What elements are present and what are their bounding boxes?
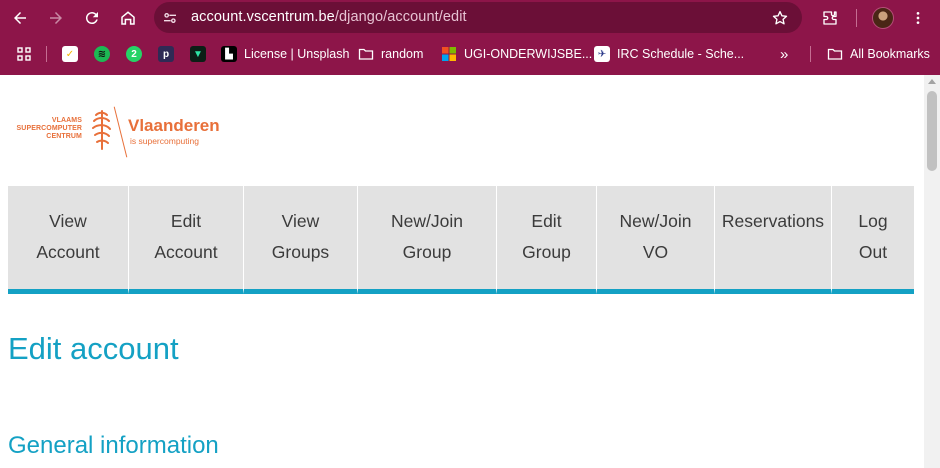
bookmark-whatsapp[interactable]: 2 [126, 44, 142, 64]
folder-icon [358, 46, 374, 62]
reload-icon [85, 12, 98, 25]
bookmark-spotify[interactable]: ≋ [94, 44, 110, 64]
microsoft-icon [441, 46, 457, 62]
section-title: General information [8, 432, 219, 459]
toolbar-divider [856, 9, 857, 27]
nav-new-join-vo[interactable]: New/Join VO [597, 186, 715, 294]
url-host: account.vscentrum.be [191, 9, 335, 25]
bookmark-label: License | Unsplash [244, 47, 350, 61]
bookmark-unsplash[interactable]: ▙ License | Unsplash [221, 44, 349, 64]
nav-label: Log Out [858, 211, 888, 262]
bookmark-label: random [381, 47, 424, 61]
bookmark-label: All Bookmarks [850, 47, 930, 61]
url-text[interactable]: account.vscentrum.be/django/account/edit [191, 9, 467, 25]
browser-menu-button[interactable] [908, 6, 928, 30]
apps-button[interactable] [16, 44, 32, 64]
nav-new-join-group[interactable]: New/Join Group [358, 186, 497, 294]
bookmark-label: UGI-ONDERWIJSBE... [464, 47, 593, 61]
logo-vsc-text: VLAAMS SUPERCOMPUTER CENTRUM [10, 117, 82, 141]
logo-vsc-line: CENTRUM [46, 133, 82, 140]
bookmark-v-app[interactable]: ▼ [190, 44, 206, 64]
home-button[interactable] [116, 6, 140, 30]
bookmark-all-bookmarks[interactable]: All Bookmarks [827, 44, 930, 64]
star-icon [772, 10, 788, 25]
nav-reservations[interactable]: Reservations [715, 186, 832, 294]
logo-tagline: is supercomputing [130, 136, 199, 146]
chevron-double-right-icon: » [780, 45, 789, 63]
extensions-button[interactable] [818, 6, 842, 30]
unsplash-icon: ▙ [221, 46, 237, 62]
keep-icon: ✓ [62, 46, 78, 62]
back-arrow-icon [14, 12, 26, 24]
reload-button[interactable] [80, 6, 104, 30]
scroll-up-arrow-icon[interactable] [928, 79, 936, 84]
puzzle-icon [823, 11, 837, 25]
pocket-icon: p [158, 46, 174, 62]
nav-edit-account[interactable]: Edit Account [129, 186, 244, 294]
back-button[interactable] [8, 6, 32, 30]
nav-label: View Account [36, 211, 100, 262]
spotify-icon: ≋ [94, 46, 110, 62]
site-info-icon[interactable] [160, 8, 180, 28]
nav-label: New/Join Group [391, 211, 463, 262]
url-path: /django/account/edit [334, 9, 467, 25]
bookmarks-divider [810, 46, 811, 62]
bookmark-irc[interactable]: ✈ IRC Schedule - Sche... [594, 44, 744, 64]
forward-arrow-icon [50, 12, 62, 24]
bookmark-star-button[interactable] [768, 6, 792, 30]
irc-icon: ✈ [594, 46, 610, 62]
more-vert-icon [916, 12, 920, 24]
bookmarks-divider [46, 46, 47, 62]
nav-edit-group[interactable]: Edit Group [497, 186, 597, 294]
logo-brand: Vlaanderen [128, 116, 220, 135]
bookmark-keep[interactable]: ✓ [62, 44, 78, 64]
v-app-icon: ▼ [190, 46, 206, 62]
logo-vsc-line: SUPERCOMPUTER [16, 125, 82, 132]
bookmark-pocket[interactable]: p [158, 44, 174, 64]
home-icon [121, 11, 135, 25]
more-bookmarks-button[interactable]: » [780, 44, 788, 64]
profile-avatar[interactable] [872, 7, 894, 29]
nav-label: Edit Account [154, 211, 218, 262]
bookmark-ugi[interactable]: UGI-ONDERWIJSBE... [441, 44, 592, 64]
nav-log-out[interactable]: Log Out [832, 186, 914, 294]
whatsapp-icon: 2 [126, 46, 142, 62]
nav-label: New/Join VO [619, 211, 692, 262]
nav-label: Reservations [721, 211, 825, 231]
apps-grid-icon [16, 46, 32, 62]
scrollbar-thumb[interactable] [927, 91, 937, 171]
nav-view-account[interactable]: View Account [8, 186, 129, 294]
logo-vsc-line: VLAAMS [51, 117, 82, 124]
folder-icon [827, 46, 843, 62]
bookmark-folder-random[interactable]: random [358, 44, 423, 64]
nav-view-groups[interactable]: View Groups [244, 186, 358, 294]
bookmark-label: IRC Schedule - Sche... [617, 47, 745, 61]
vsc-logo[interactable]: VLAAMS SUPERCOMPUTER CENTRUM Vlaanderen … [10, 104, 220, 160]
nav-label: Edit Group [522, 211, 571, 262]
lion-icon [92, 110, 111, 150]
page-title: Edit account [8, 331, 179, 366]
forward-button[interactable] [44, 6, 68, 30]
nav-label: View Groups [271, 211, 330, 262]
